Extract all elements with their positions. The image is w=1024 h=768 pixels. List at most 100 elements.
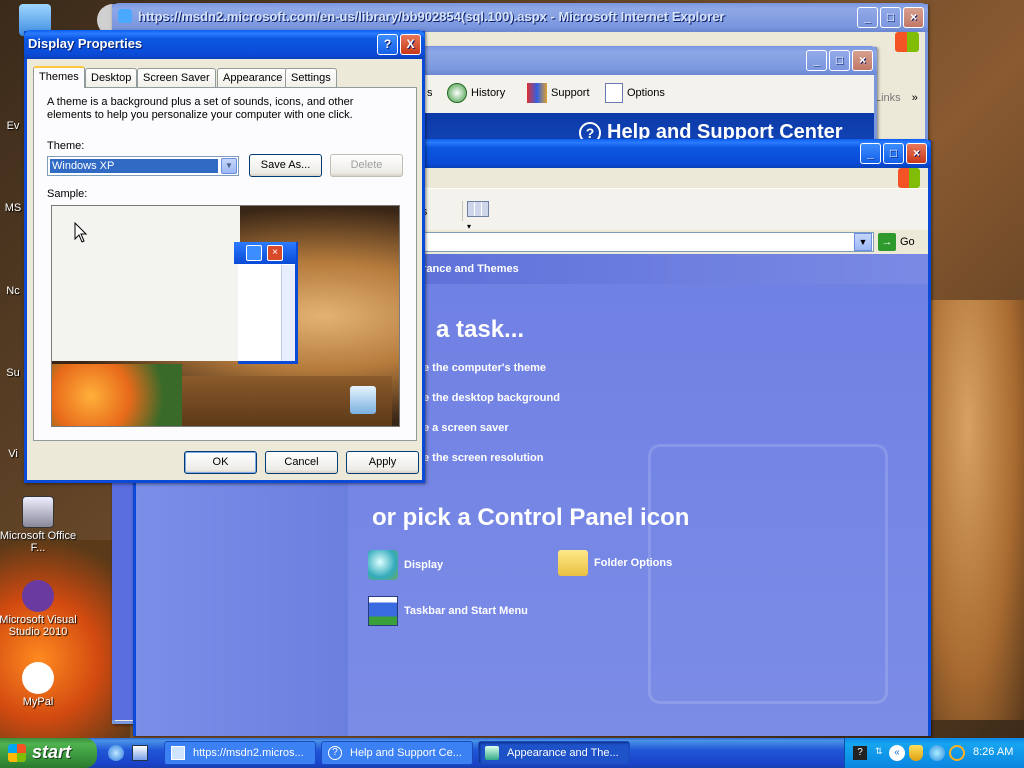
clock: 8:26 AM: [973, 746, 1014, 758]
dialog-close-button[interactable]: X: [400, 34, 421, 55]
task-choose-screensaver[interactable]: e a screen saver: [423, 422, 509, 434]
preview-maximize-icon: [246, 245, 262, 261]
tab-screen-saver[interactable]: Screen Saver: [137, 68, 216, 88]
dialog-title-bar[interactable]: Display Properties ? X: [24, 30, 425, 59]
support-button[interactable]: Support: [527, 83, 590, 103]
ie-maximize-button[interactable]: □: [880, 7, 901, 28]
dialog-title: Display Properties: [28, 36, 143, 51]
support-icon: [527, 83, 547, 103]
cp-icon-taskbar-start-menu[interactable]: Taskbar and Start Menu: [368, 596, 528, 626]
start-button[interactable]: start: [0, 738, 97, 768]
ok-button[interactable]: OK: [184, 451, 257, 474]
help-close-button[interactable]: ×: [852, 50, 873, 71]
task-help[interactable]: ? Help and Support Ce...: [321, 741, 473, 765]
mouse-cursor-icon: [74, 222, 88, 243]
theme-select[interactable]: Windows XP ▼: [47, 156, 239, 176]
dialog-help-button[interactable]: ?: [377, 34, 398, 55]
help-maximize-button[interactable]: □: [829, 50, 850, 71]
taskbar: start https://msdn2.micros... ? Help and…: [0, 738, 1024, 768]
cancel-button[interactable]: Cancel: [265, 451, 338, 474]
pick-icon-heading: or pick a Control Panel icon: [372, 504, 690, 531]
history-button[interactable]: History: [447, 83, 505, 103]
go-arrow-icon: →: [878, 233, 896, 251]
preview-window: ×: [234, 242, 298, 364]
tray-search-icon[interactable]: [949, 745, 965, 761]
desktop-icon-label: Vi: [8, 448, 18, 460]
task-ie[interactable]: https://msdn2.micros...: [164, 741, 316, 765]
desktop-icon-label: MS: [4, 202, 22, 214]
quick-launch: [104, 743, 158, 763]
task-label: Appearance and The...: [507, 747, 619, 759]
ie-quicklaunch-icon[interactable]: [108, 745, 124, 761]
preview-recycle-bin-icon: [350, 386, 376, 414]
ie-title: https://msdn2.microsoft.com/en-us/librar…: [138, 9, 725, 24]
themes-tab-page: A theme is a background plus a set of so…: [33, 87, 417, 441]
ie-minimize-button[interactable]: _: [857, 7, 878, 28]
visual-studio-icon: [22, 580, 54, 612]
task-change-theme[interactable]: e the computer's theme: [423, 362, 546, 374]
help-toolbar-fragment: s: [427, 87, 433, 99]
cp-main-pane: arance and Themes a task... e the comput…: [348, 254, 928, 736]
task-change-resolution[interactable]: e the screen resolution: [423, 452, 543, 464]
views-button[interactable]: ▾: [462, 201, 494, 231]
desktop-icon-label: Ev: [6, 120, 20, 132]
start-label: start: [32, 742, 72, 762]
task-label: https://msdn2.micros...: [193, 747, 304, 759]
ie-close-button[interactable]: ×: [903, 7, 924, 28]
help-minimize-button[interactable]: _: [806, 50, 827, 71]
theme-description: A theme is a background plus a set of so…: [47, 96, 354, 121]
go-label: Go: [900, 236, 915, 248]
links-chevron[interactable]: »: [912, 92, 918, 104]
ie-links-bar: Links »: [875, 92, 925, 112]
tab-desktop[interactable]: Desktop: [85, 68, 138, 88]
task-change-background[interactable]: e the desktop background: [423, 392, 560, 404]
cp-maximize-button[interactable]: □: [883, 143, 904, 164]
cp-icon-display[interactable]: Display: [368, 550, 443, 580]
display-properties-dialog[interactable]: Display Properties ? X Themes Desktop Sc…: [24, 30, 425, 483]
wallpaper-dog: [930, 300, 1024, 720]
theme-sample-preview: ×: [51, 205, 400, 427]
desktop-icon-office[interactable]: Microsoft Office F...: [0, 496, 83, 554]
apply-button[interactable]: Apply: [346, 451, 419, 474]
desktop-icon-vs2010[interactable]: Microsoft Visual Studio 2010: [0, 580, 83, 638]
cp-icon-label: Display: [404, 559, 444, 571]
help-title-bar[interactable]: _ □ ×: [400, 46, 877, 75]
go-button[interactable]: → Go: [878, 233, 915, 251]
dialog-tabs: Themes Desktop Screen Saver Appearance S…: [33, 66, 417, 88]
cp-icon-label: Taskbar and Start Menu: [404, 605, 528, 617]
tray-network-icon[interactable]: ⇅: [875, 746, 885, 760]
tab-appearance[interactable]: Appearance: [217, 68, 289, 88]
wallpaper-flowers: [0, 540, 130, 738]
cp-watermark: [648, 444, 888, 704]
tray-security-shield-icon[interactable]: [909, 745, 923, 761]
folder-options-icon: [558, 550, 588, 576]
options-checklist-icon: [605, 83, 623, 103]
delete-button[interactable]: Delete: [330, 154, 403, 177]
tray-help-icon[interactable]: ?: [853, 746, 867, 760]
theme-select-value: Windows XP: [49, 158, 219, 174]
preview-flowers: [52, 364, 182, 426]
pick-task-heading: a task...: [436, 316, 525, 343]
tab-themes[interactable]: Themes: [33, 66, 85, 88]
theme-select-dropdown-button[interactable]: ▼: [221, 158, 237, 174]
ie-title-bar[interactable]: https://msdn2.microsoft.com/en-us/librar…: [112, 3, 928, 32]
tray-messenger-icon[interactable]: [929, 745, 945, 761]
cp-close-button[interactable]: ×: [906, 143, 927, 164]
save-as-button[interactable]: Save As...: [249, 154, 322, 177]
taskbar-start-menu-icon: [368, 596, 398, 626]
cp-icon-folder-options[interactable]: Folder Options: [558, 550, 672, 576]
tray-chevron-icon[interactable]: «: [889, 745, 905, 761]
show-desktop-icon[interactable]: [132, 745, 148, 761]
desktop-icon-mypal[interactable]: MyPal: [0, 662, 83, 708]
options-button[interactable]: Options: [605, 83, 665, 103]
mypal-icon: [22, 662, 54, 694]
sample-label: Sample:: [47, 188, 88, 200]
links-label[interactable]: Links: [875, 92, 901, 104]
support-label: Support: [551, 87, 590, 99]
options-label: Options: [627, 87, 665, 99]
cp-minimize-button[interactable]: _: [860, 143, 881, 164]
task-control-panel[interactable]: Appearance and The...: [478, 741, 630, 765]
tab-settings[interactable]: Settings: [285, 68, 337, 88]
address-dropdown-button[interactable]: ▼: [854, 233, 872, 251]
desktop-icon-label: Nc: [6, 285, 20, 297]
